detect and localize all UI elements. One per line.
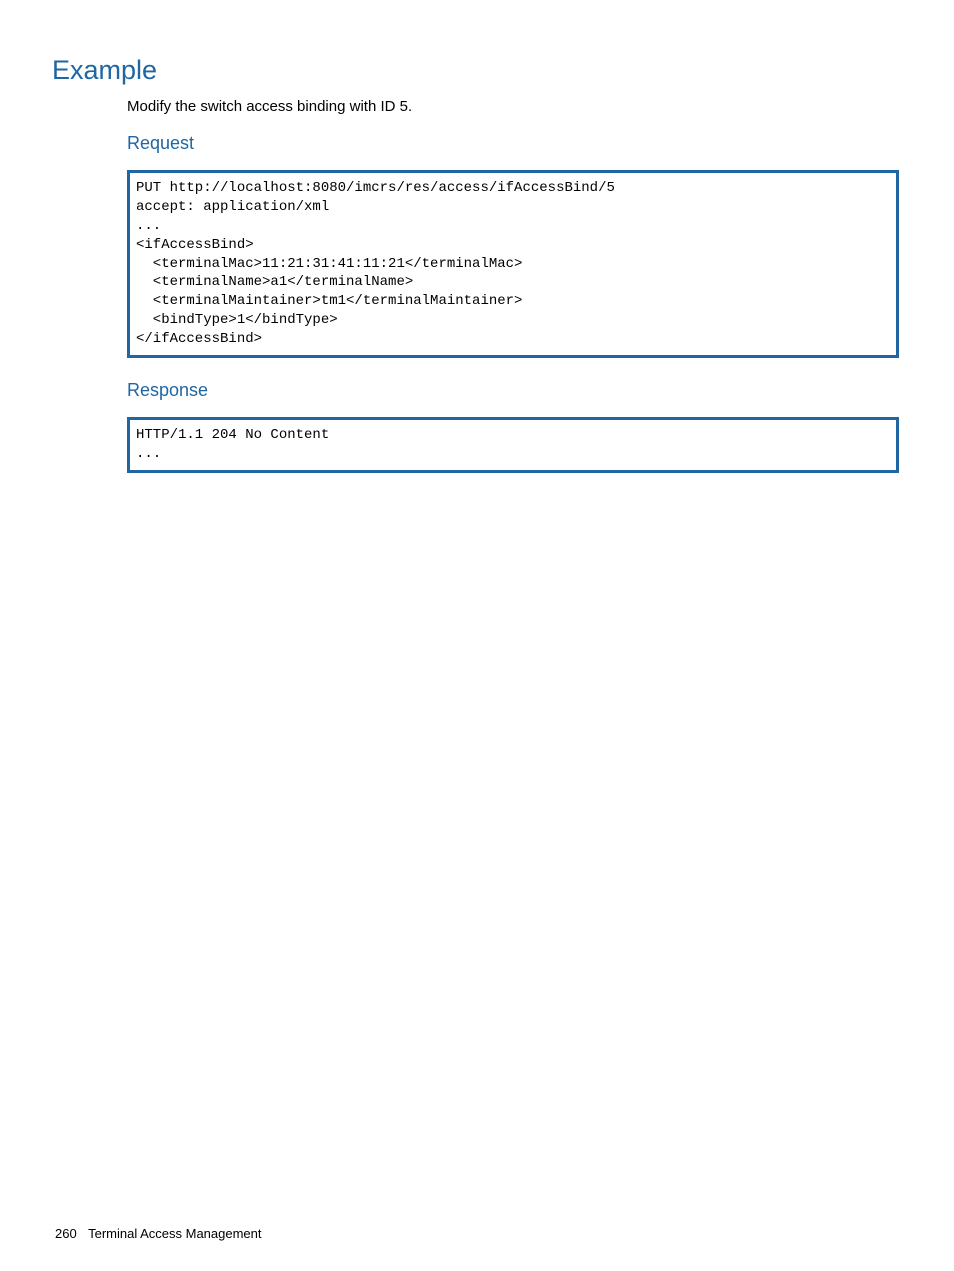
response-code-block: HTTP/1.1 204 No Content ...: [127, 417, 899, 473]
heading-response: Response: [127, 380, 899, 401]
response-code: HTTP/1.1 204 No Content ...: [136, 426, 890, 464]
heading-example: Example: [52, 55, 899, 86]
page-number: 260: [55, 1226, 77, 1241]
request-code-block: PUT http://localhost:8080/imcrs/res/acce…: [127, 170, 899, 358]
page-footer: 260 Terminal Access Management: [55, 1226, 262, 1241]
heading-request: Request: [127, 133, 899, 154]
example-description: Modify the switch access binding with ID…: [127, 98, 899, 115]
footer-section: Terminal Access Management: [88, 1226, 261, 1241]
request-code: PUT http://localhost:8080/imcrs/res/acce…: [136, 179, 890, 349]
